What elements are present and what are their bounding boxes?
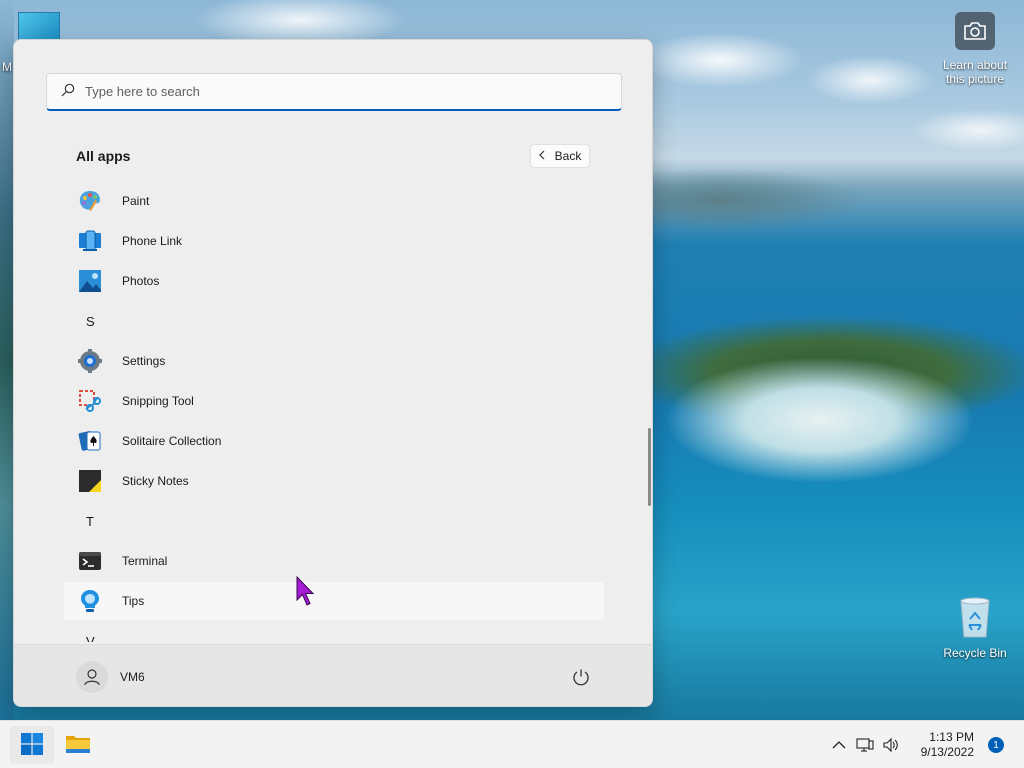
power-icon bbox=[572, 668, 590, 689]
clock[interactable]: 1:13 PM 9/13/2022 bbox=[921, 730, 974, 760]
app-item-paint[interactable]: Paint bbox=[64, 182, 604, 220]
file-explorer-button[interactable] bbox=[56, 726, 100, 764]
letter-header-t[interactable]: T bbox=[86, 502, 94, 540]
search-placeholder: Type here to search bbox=[85, 84, 200, 99]
notification-badge[interactable]: 1 bbox=[988, 737, 1004, 753]
app-list: Paint Phone Link Photos S Settings Snipp… bbox=[64, 182, 604, 642]
network-icon[interactable] bbox=[853, 733, 877, 757]
letter-label: S bbox=[86, 313, 95, 329]
app-label: Solitaire Collection bbox=[122, 434, 222, 448]
app-item-phone-link[interactable]: Phone Link bbox=[64, 222, 604, 260]
app-label: Snipping Tool bbox=[122, 394, 194, 408]
snipping-tool-icon bbox=[78, 389, 102, 413]
app-item-solitaire-collection[interactable]: Solitaire Collection bbox=[64, 422, 604, 460]
app-label: Paint bbox=[122, 194, 150, 208]
start-menu-footer: VM6 bbox=[14, 644, 652, 706]
letter-label: V bbox=[86, 633, 95, 643]
volume-icon[interactable] bbox=[879, 733, 903, 757]
start-button[interactable] bbox=[10, 726, 54, 764]
solitaire-icon bbox=[78, 429, 102, 453]
app-item-tips[interactable]: Tips bbox=[64, 582, 604, 620]
chevron-left-icon bbox=[538, 149, 545, 163]
photos-icon bbox=[78, 269, 102, 293]
app-label: Settings bbox=[122, 354, 166, 368]
back-button[interactable]: Back bbox=[530, 144, 590, 168]
app-item-terminal[interactable]: Terminal bbox=[64, 542, 604, 580]
camera-icon bbox=[955, 12, 995, 50]
clock-date: 9/13/2022 bbox=[920, 745, 974, 759]
wallpaper-left-strip bbox=[0, 0, 14, 720]
app-list-scrollbar[interactable] bbox=[648, 428, 651, 506]
app-item-settings[interactable]: Settings bbox=[64, 342, 604, 380]
paint-icon bbox=[78, 189, 102, 213]
search-icon bbox=[61, 83, 75, 100]
clock-time: 1:13 PM bbox=[929, 730, 974, 744]
app-item-snipping-tool[interactable]: Snipping Tool bbox=[64, 382, 604, 420]
tips-icon bbox=[78, 589, 102, 613]
system-tray: 1:13 PM 9/13/2022 1 bbox=[827, 721, 1024, 768]
recycle-bin-label: Recycle Bin bbox=[943, 646, 1007, 660]
user-avatar-icon bbox=[76, 661, 108, 693]
desktop-icon-label: M bbox=[2, 60, 12, 74]
app-item-photos[interactable]: Photos bbox=[64, 262, 604, 300]
search-box[interactable]: Type here to search bbox=[46, 73, 622, 111]
power-button[interactable] bbox=[568, 665, 594, 691]
all-apps-header: All apps Back bbox=[76, 144, 590, 168]
letter-header-s[interactable]: S bbox=[86, 302, 95, 340]
windows-logo-icon bbox=[21, 732, 43, 758]
user-name: VM6 bbox=[120, 670, 145, 684]
letter-label: T bbox=[86, 513, 94, 529]
recycle-bin[interactable]: Recycle Bin bbox=[938, 596, 1012, 660]
all-apps-title: All apps bbox=[76, 148, 131, 164]
app-label: Photos bbox=[122, 274, 160, 288]
app-item-sticky-notes[interactable]: Sticky Notes bbox=[64, 462, 604, 500]
letter-header-v[interactable]: V bbox=[86, 622, 95, 643]
app-label: Sticky Notes bbox=[122, 474, 189, 488]
user-account-button[interactable]: VM6 bbox=[76, 661, 145, 693]
phone-link-icon bbox=[78, 229, 102, 253]
chevron-up-icon[interactable] bbox=[827, 733, 851, 757]
sticky-notes-icon bbox=[78, 469, 102, 493]
folder-icon bbox=[65, 733, 91, 758]
back-label: Back bbox=[554, 149, 582, 163]
mouse-cursor-icon bbox=[296, 575, 316, 606]
taskbar: 1:13 PM 9/13/2022 1 bbox=[0, 720, 1024, 768]
app-label: Terminal bbox=[122, 554, 168, 568]
app-label: Phone Link bbox=[122, 234, 183, 248]
desktop-icon-image[interactable] bbox=[18, 12, 60, 42]
start-menu: Type here to search All apps Back Paint bbox=[13, 39, 653, 707]
learn-about-picture[interactable]: Learn about this picture bbox=[936, 12, 1014, 86]
app-label: Tips bbox=[122, 594, 145, 608]
learn-about-label: Learn about this picture bbox=[942, 58, 1008, 86]
terminal-icon bbox=[78, 549, 102, 573]
recycle-bin-icon bbox=[957, 596, 993, 640]
settings-icon bbox=[78, 349, 102, 373]
